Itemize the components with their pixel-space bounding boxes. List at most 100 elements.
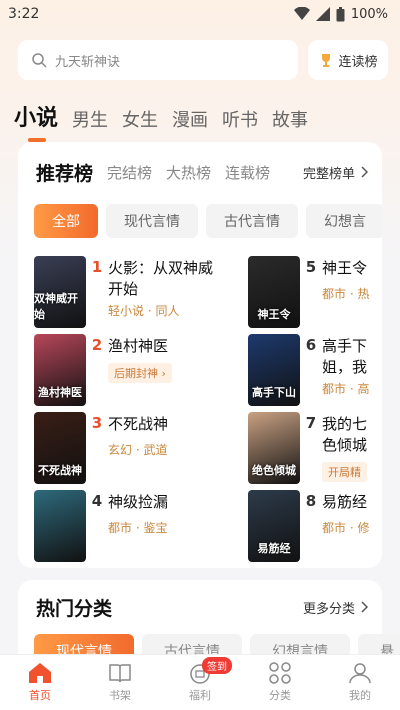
book-title: 神王令 <box>322 259 368 277</box>
genre-chips: 全部 现代言情 古代言情 幻想言 <box>18 204 382 240</box>
book-tag: 都市 · 高 <box>322 382 370 396</box>
tab-audiobook[interactable]: 听书 <box>222 106 258 132</box>
nav-bookshelf-label: 书架 <box>109 689 131 702</box>
book-cover[interactable]: 高手下山 <box>248 334 300 406</box>
book-info: 火影：从双神威 开始轻小说 · 同人 <box>108 256 213 328</box>
more-categories-label: 更多分类 <box>302 601 355 617</box>
book-list: 双神威开始 1 火影：从双神威 开始 轻小说 · 同人 渔村神医 2 渔村神医 后期封神 › 不死… <box>18 256 382 566</box>
book-title-line2: 开始 <box>108 280 139 298</box>
book-info: 神王令都市 · 热 <box>322 256 369 328</box>
nav-profile-label: 我的 <box>349 689 371 702</box>
bottom-nav: 首页 书架 签到 福利 分类 我的 <box>0 654 400 710</box>
status-bar: 3:22 100% <box>0 0 400 28</box>
book-info: 高手下姐，我都市 · 高 <box>322 334 369 406</box>
ranking-header: 推荐榜 完结榜 大热榜 连载榜 完整榜单 <box>18 142 382 202</box>
nav-welfare[interactable]: 签到 福利 <box>160 655 240 710</box>
book-title: 渔村神医 <box>108 337 169 355</box>
tab-male[interactable]: 男生 <box>72 106 108 132</box>
book-item[interactable]: 神王令 5 神王令 都市 · 热 <box>248 256 382 328</box>
ranking-tab-hot[interactable]: 大热榜 <box>166 162 211 183</box>
book-tag: 玄幻 · 武道 <box>108 443 168 457</box>
book-cover[interactable]: 易筋经 <box>248 490 300 562</box>
bookshelf-icon <box>109 664 131 683</box>
book-title: 高手下 <box>322 337 368 355</box>
hot-category-title: 热门分类 <box>36 597 113 620</box>
chip-ancient-romance[interactable]: 古代言情 <box>206 204 298 238</box>
search-input[interactable]: 九天斩神诀 <box>18 40 298 80</box>
category-tabs: 小说 男生 女生 漫画 听书 故事 <box>14 92 308 142</box>
ranking-title[interactable]: 推荐榜 <box>36 159 93 186</box>
book-cover[interactable]: 绝色倾城 <box>248 412 300 484</box>
nav-category[interactable]: 分类 <box>240 655 320 710</box>
tab-female[interactable]: 女生 <box>122 106 158 132</box>
ranking-card: 推荐榜 完结榜 大热榜 连载榜 完整榜单 全部 现代言情 古代言情 幻想言 双神… <box>18 142 382 568</box>
signal-icon <box>315 7 330 21</box>
continue-reading-button[interactable]: 连读榜 <box>308 40 388 80</box>
nav-welfare-label: 福利 <box>189 689 211 702</box>
book-item[interactable]: 高手下山 6 高手下姐，我都市 · 高 <box>248 334 382 406</box>
more-categories-link[interactable]: 更多分类 <box>303 598 368 617</box>
chevron-right-icon <box>361 601 368 613</box>
book-title: 神级捡漏 <box>108 493 169 511</box>
book-title: 易筋经 <box>322 493 368 511</box>
check-in-badge: 签到 <box>202 657 232 674</box>
book-cover[interactable]: 双神威开始 <box>34 256 86 328</box>
nav-home[interactable]: 首页 <box>0 655 80 710</box>
book-rank: 5 <box>305 258 317 276</box>
book-title: 我的七 <box>322 415 368 433</box>
book-info: 我的七 色倾城 开局精 <box>322 412 367 484</box>
book-item[interactable]: 易筋经 8 易筋经 都市 · 修 <box>248 490 382 562</box>
ranking-tab-completed[interactable]: 完结榜 <box>107 162 152 183</box>
battery-icon <box>336 6 345 21</box>
continue-reading-label: 连读榜 <box>338 54 378 70</box>
book-item[interactable]: 不死战神 3 不死战神 玄幻 · 武道 <box>34 412 254 484</box>
book-rank: 3 <box>91 414 103 432</box>
tab-novel[interactable]: 小说 <box>14 100 58 142</box>
book-rank: 1 <box>91 258 103 276</box>
book-rank: 8 <box>305 492 317 510</box>
book-info: 神级捡漏都市 · 鉴宝 <box>108 490 168 562</box>
nav-category-label: 分类 <box>269 689 291 702</box>
chip-modern-romance[interactable]: 现代言情 <box>106 204 198 238</box>
search-icon <box>32 52 47 68</box>
book-tag: 轻小说 · 同人 <box>108 304 180 318</box>
book-title: 不死战神 <box>108 415 169 433</box>
book-item[interactable]: 4 神级捡漏都市 · 鉴宝 <box>34 490 254 562</box>
book-item[interactable]: 双神威开始 1 火影：从双神威 开始轻小说 · 同人 <box>34 256 254 328</box>
nav-profile[interactable]: 我的 <box>320 655 400 710</box>
chevron-right-icon <box>361 166 368 178</box>
status-time: 3:22 <box>8 6 40 22</box>
book-item[interactable]: 绝色倾城 7 我的七色倾城开局精 <box>248 412 382 484</box>
chip-all[interactable]: 全部 <box>34 204 98 238</box>
book-info: 渔村神医后期封神 › <box>108 334 172 406</box>
tab-comic[interactable]: 漫画 <box>172 106 208 132</box>
trophy-icon <box>322 54 331 67</box>
ranking-tab-serial[interactable]: 连载榜 <box>225 162 270 183</box>
book-rank: 6 <box>305 336 317 354</box>
book-cover[interactable]: 神王令 <box>248 256 300 328</box>
book-badge: 开局精 <box>322 462 367 482</box>
book-title: 火影：从双神威 <box>108 259 214 277</box>
book-tag: 都市 · 修 <box>322 521 370 535</box>
hot-category-header: 热门分类 更多分类 <box>18 580 382 634</box>
book-rank: 4 <box>91 492 103 510</box>
search-placeholder: 九天斩神诀 <box>55 54 121 70</box>
full-list-link[interactable]: 完整榜单 <box>303 163 368 182</box>
book-tag: 都市 · 热 <box>322 287 370 301</box>
book-badge: 后期封神 › <box>108 363 172 383</box>
book-cover[interactable]: 不死战神 <box>34 412 86 484</box>
chip-fantasy-romance[interactable]: 幻想言 <box>306 204 382 238</box>
book-cover[interactable]: 渔村神医 <box>34 334 86 406</box>
book-title-line2: 姐，我 <box>322 358 368 376</box>
nav-bookshelf[interactable]: 书架 <box>80 655 160 710</box>
book-tag: 都市 · 鉴宝 <box>108 521 168 535</box>
battery-level: 100% <box>350 6 388 22</box>
book-cover[interactable] <box>34 490 86 562</box>
book-item[interactable]: 渔村神医 2 渔村神医 后期封神 › <box>34 334 254 406</box>
book-rank: 7 <box>305 414 317 432</box>
tab-story[interactable]: 故事 <box>272 106 308 132</box>
home-icon <box>29 663 51 683</box>
book-info: 易筋经都市 · 修 <box>322 490 369 562</box>
book-rank: 2 <box>91 336 103 354</box>
book-title-line2: 色倾城 <box>322 436 368 454</box>
